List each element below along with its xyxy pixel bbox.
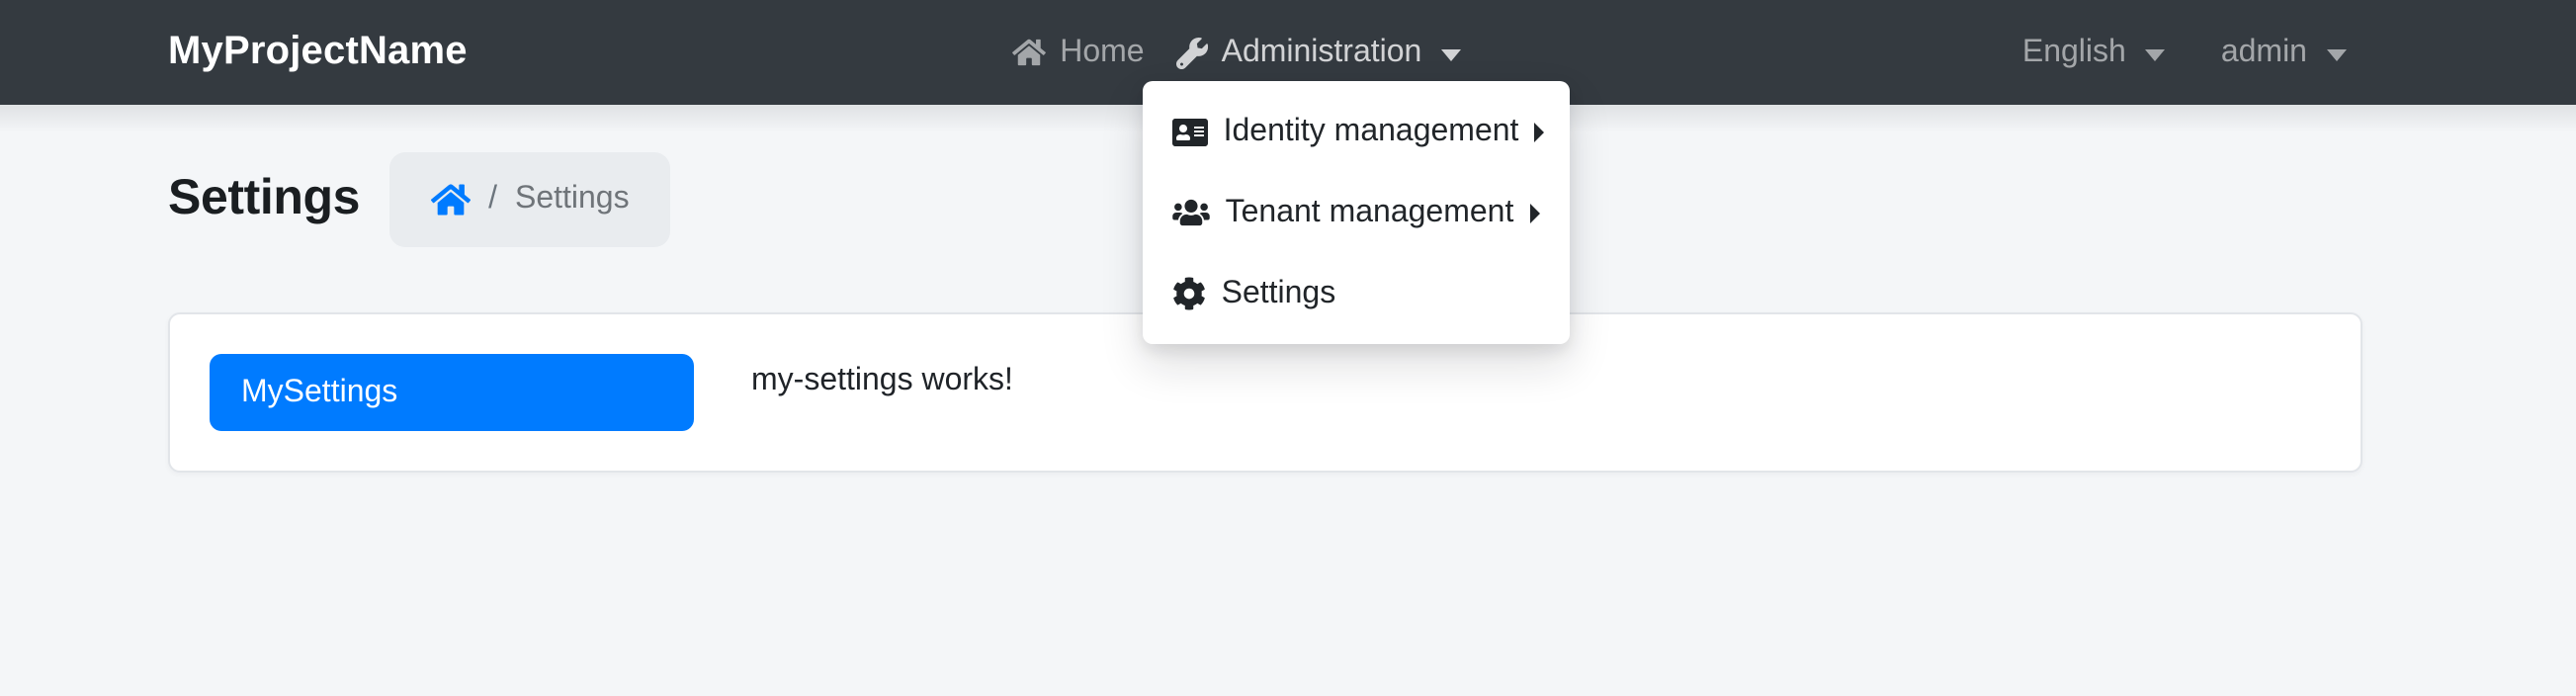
main-nav: Home Administration Identity management [996, 0, 1477, 105]
navbar-right-group: English admin [2007, 0, 2362, 105]
settings-tab-content: my-settings works! [751, 360, 1013, 403]
brand-link[interactable]: MyProjectName [168, 30, 468, 75]
gear-icon [1172, 277, 1206, 310]
chevron-down-icon [1441, 48, 1461, 60]
user-dropdown[interactable]: admin [2205, 35, 2362, 70]
home-icon [431, 182, 471, 218]
menu-item-label: Settings [1222, 276, 1336, 311]
menu-item-tenant-management[interactable]: Tenant management [1143, 172, 1570, 253]
chevron-right-icon [1530, 203, 1540, 222]
menu-item-label: Identity management [1224, 114, 1519, 149]
nav-item-administration[interactable]: Administration Identity management Tenan… [1160, 0, 1478, 105]
page-title: Settings [168, 173, 360, 227]
nav-home-label: Home [1060, 35, 1144, 70]
wrench-icon [1176, 37, 1208, 68]
menu-item-settings[interactable]: Settings [1143, 253, 1570, 334]
users-icon [1172, 198, 1210, 227]
language-label: English [2022, 35, 2126, 70]
administration-dropdown-menu: Identity management Tenant management Se… [1143, 81, 1570, 344]
language-dropdown[interactable]: English [2007, 35, 2182, 70]
breadcrumb-separator: / [488, 182, 497, 218]
id-card-icon [1172, 116, 1208, 147]
chevron-right-icon [1534, 122, 1544, 141]
navbar-container: MyProjectName Home Administration Identi… [168, 0, 2362, 105]
chevron-down-icon [2146, 48, 2166, 60]
menu-item-label: Tenant management [1226, 195, 1514, 230]
breadcrumb-home-link[interactable] [431, 182, 471, 218]
breadcrumb: / Settings [389, 152, 671, 247]
breadcrumb-current: Settings [515, 182, 630, 218]
app-root: MyProjectName Home Administration Identi… [0, 0, 2576, 696]
tab-mysettings[interactable]: MySettings [210, 354, 694, 431]
menu-item-identity-management[interactable]: Identity management [1143, 91, 1570, 172]
top-navbar: MyProjectName Home Administration Identi… [0, 0, 2576, 105]
house-icon [1012, 38, 1046, 67]
nav-administration-label: Administration [1222, 35, 1422, 70]
chevron-down-icon [2327, 48, 2347, 60]
user-label: admin [2221, 35, 2307, 70]
nav-item-home[interactable]: Home [996, 0, 1159, 105]
